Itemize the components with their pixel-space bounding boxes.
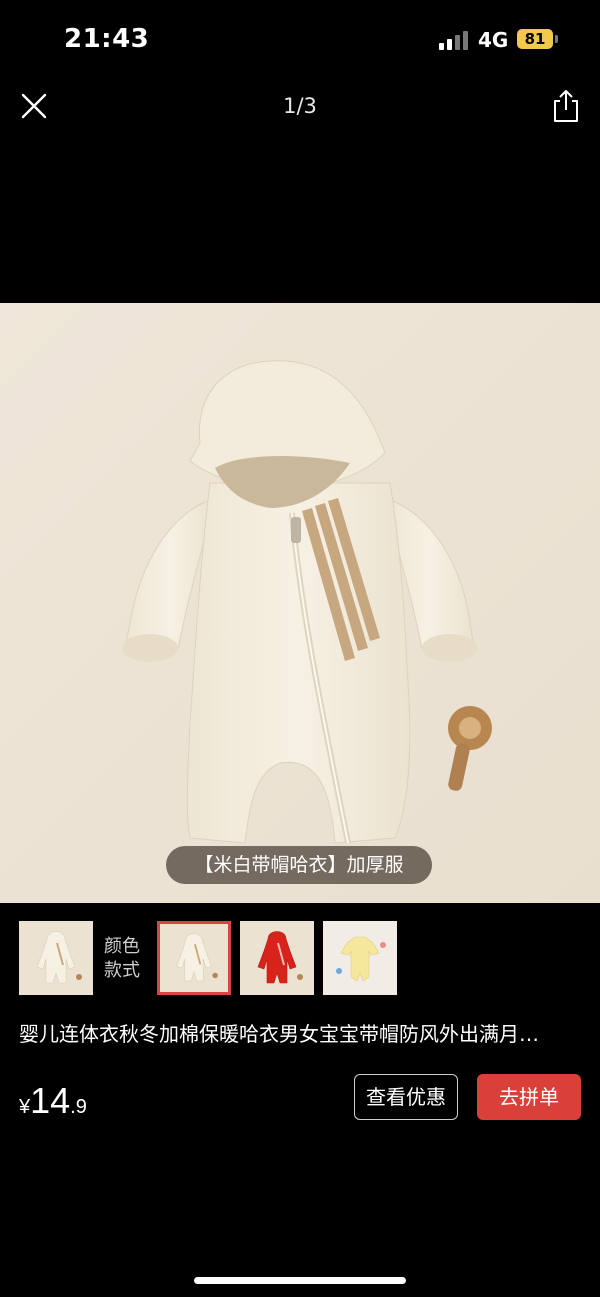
price-integer: 14 [30,1080,71,1121]
yellow-romper-thumbnail [323,921,397,995]
signal-icon [439,30,469,50]
variant-label-color: 颜色 [104,936,140,957]
view-discount-button[interactable]: 查看优惠 [354,1074,458,1120]
variant-label-style: 款式 [104,960,140,981]
battery-icon: 81 [517,29,553,49]
variant-label: 颜色 款式 [104,935,140,983]
variant-thumb-red[interactable] [240,921,314,995]
variant-thumb-cream-selected[interactable] [157,921,231,995]
cream-romper-thumbnail [19,921,93,995]
image-caption: 【米白带帽哈衣】加厚服 [166,846,432,884]
battery-tip [555,35,558,43]
variant-thumb-yellow[interactable] [323,921,397,995]
variant-thumb-cream[interactable] [19,921,93,995]
status-time: 21:43 [64,24,150,54]
product-price: ¥14.9 [19,1080,87,1122]
page-indicator: 1/3 [283,94,317,118]
romper-photo [0,303,600,903]
group-buy-button[interactable]: 去拼单 [477,1074,581,1120]
viewer-top-bar: 1/3 [0,80,600,136]
variant-selector: 颜色 款式 [0,921,600,997]
product-title[interactable]: 婴儿连体衣秋冬加棉保暖哈衣男女宝宝带帽防风外出满月… [19,1018,585,1047]
price-currency: ¥ [19,1096,31,1118]
share-icon[interactable] [548,88,584,124]
home-indicator[interactable] [194,1277,406,1284]
price-decimal: .9 [70,1096,87,1118]
product-main-image[interactable]: 【米白带帽哈衣】加厚服 [0,303,600,903]
status-bar: 21:43 4G 81 [0,0,600,80]
red-romper-thumbnail [240,921,314,995]
cream-romper-thumbnail-selected [160,924,228,992]
network-type: 4G [478,28,509,52]
